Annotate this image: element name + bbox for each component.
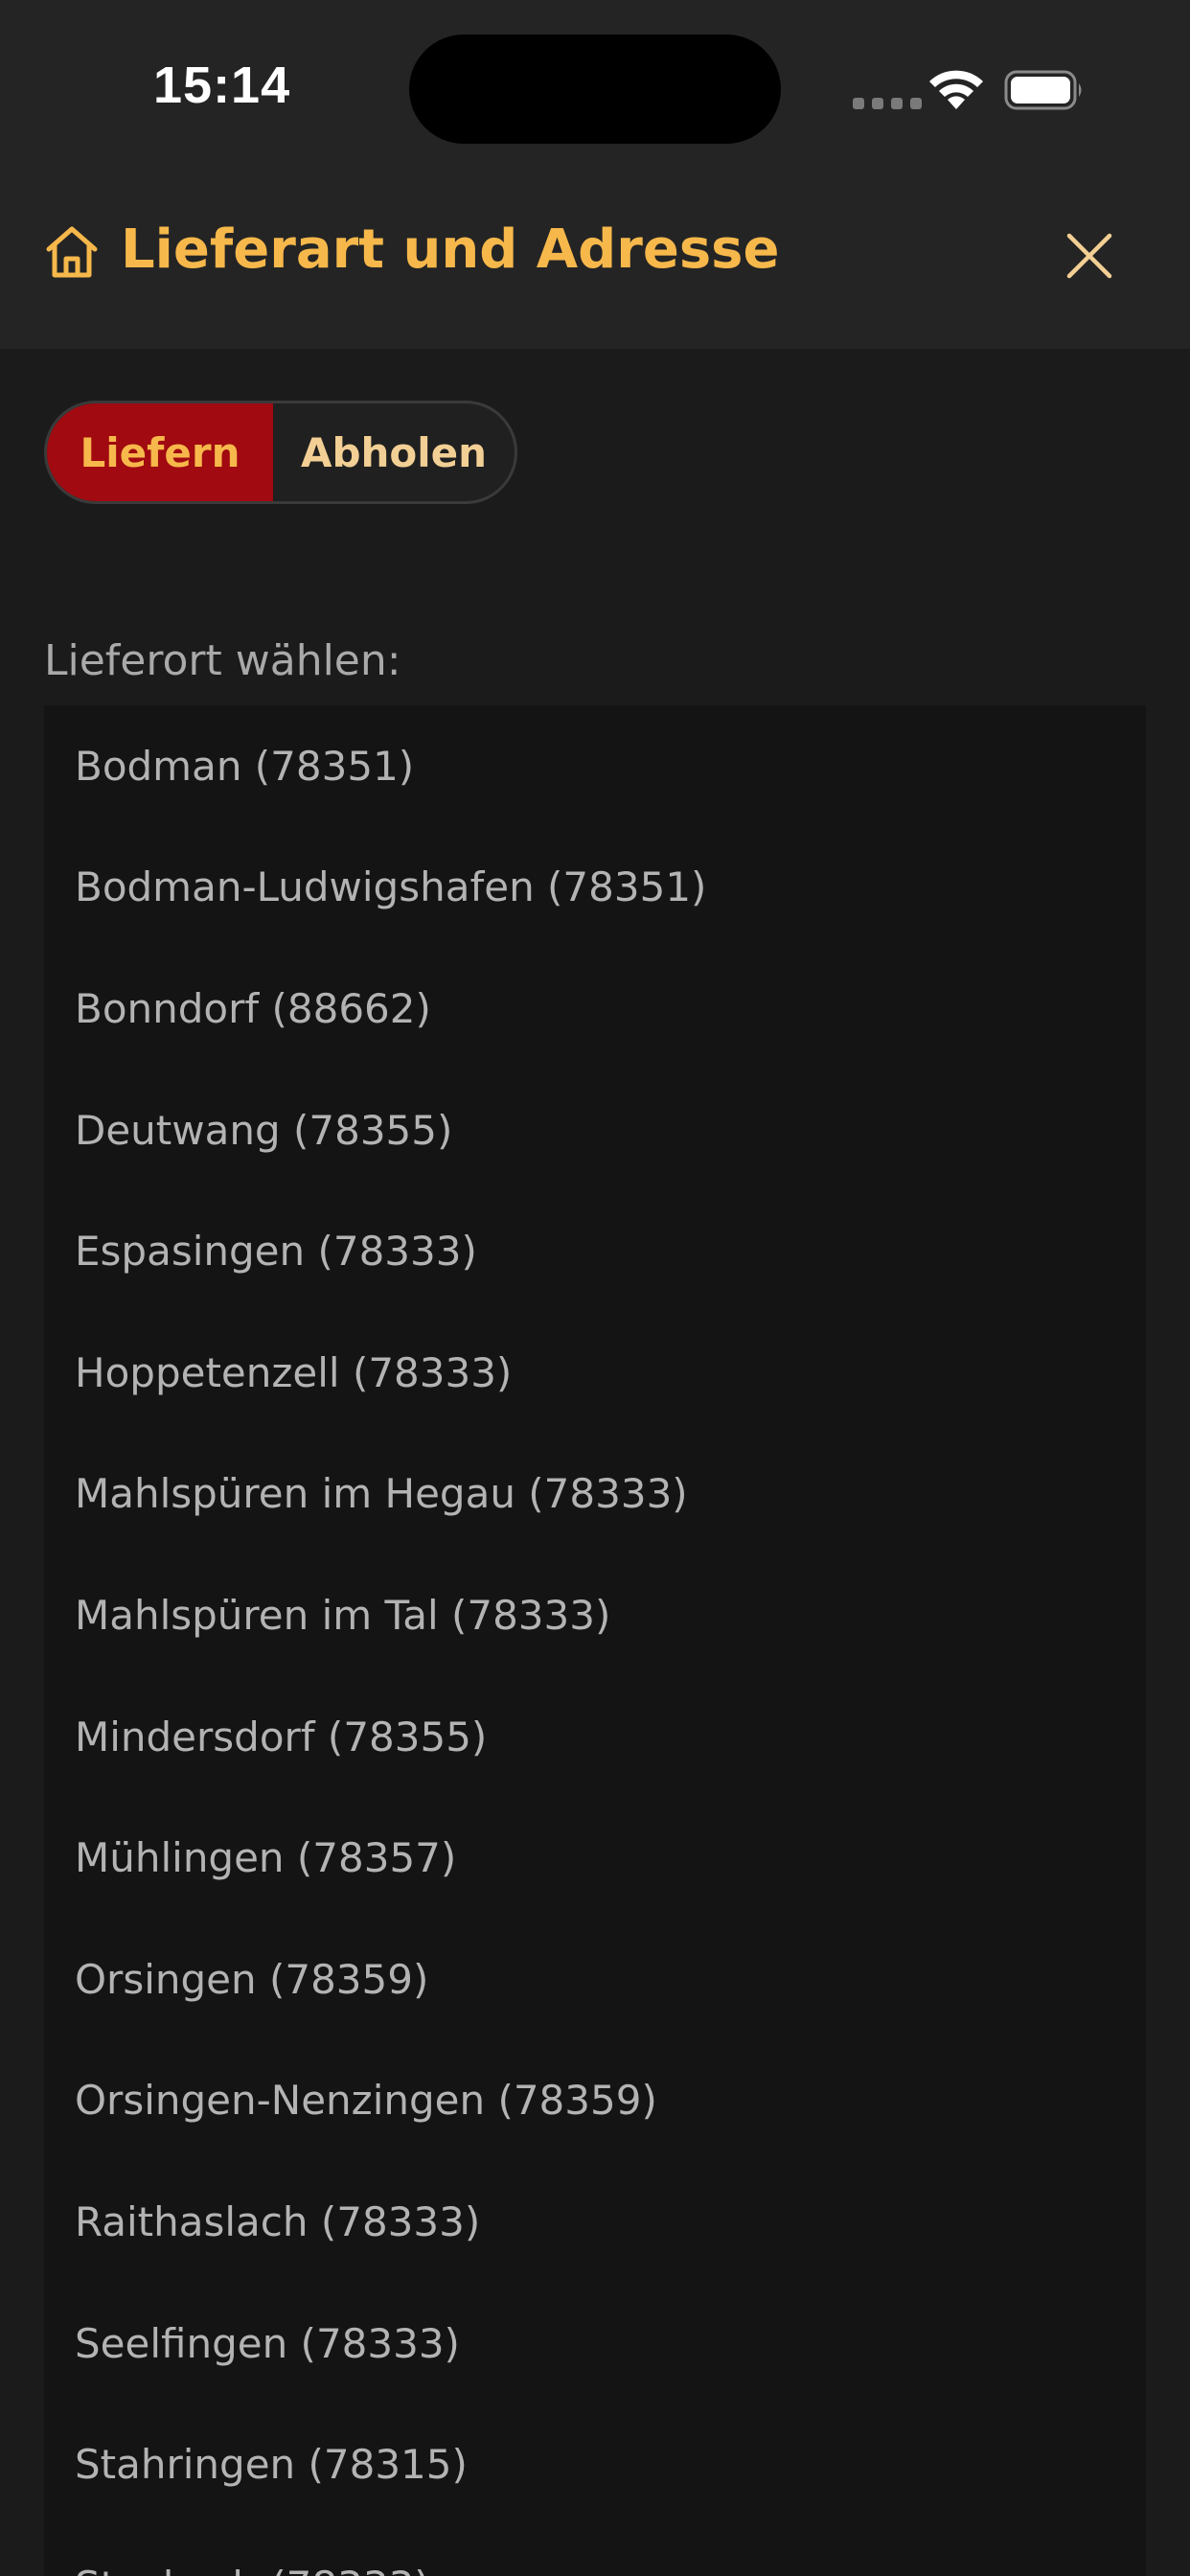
list-item[interactable]: Mahlspüren im Tal (78333) (44, 1554, 1146, 1676)
delivery-mode-toggle: Liefern Abholen (44, 401, 517, 504)
list-item[interactable]: Stockach (78333) (44, 2525, 1146, 2576)
status-time: 15:14 (153, 57, 291, 114)
close-icon[interactable] (1064, 230, 1115, 282)
list-item[interactable]: Orsingen-Nenzingen (78359) (44, 2040, 1146, 2162)
dynamic-island (409, 34, 781, 144)
home-icon (46, 226, 98, 278)
list-item[interactable]: Seelfingen (78333) (44, 2283, 1146, 2404)
list-item[interactable]: Bonndorf (88662) (44, 948, 1146, 1070)
delivery-option-liefern[interactable]: Liefern (47, 403, 273, 501)
location-list[interactable]: Bodman (78351) Bodman-Ludwigshafen (7835… (44, 705, 1146, 2576)
list-item[interactable]: Mindersdorf (78355) (44, 1676, 1146, 1798)
list-item[interactable]: Stahringen (78315) (44, 2404, 1146, 2525)
list-item[interactable]: Orsingen (78359) (44, 1919, 1146, 2040)
list-item[interactable]: Bodman-Ludwigshafen (78351) (44, 827, 1146, 949)
page-title: Lieferart und Adresse (121, 218, 780, 281)
list-item[interactable]: Mahlspüren im Hegau (78333) (44, 1434, 1146, 1555)
cellular-signal-icon (853, 98, 922, 109)
wifi-icon (929, 70, 983, 109)
list-item[interactable]: Deutwang (78355) (44, 1070, 1146, 1191)
delivery-option-abholen[interactable]: Abholen (273, 403, 515, 501)
list-item[interactable]: Bodman (78351) (44, 705, 1146, 827)
battery-icon (1004, 70, 1082, 110)
list-item[interactable]: Mühlingen (78357) (44, 1797, 1146, 1919)
location-label: Lieferort wählen: (44, 636, 401, 685)
header-bar: Lieferart und Adresse (0, 182, 1190, 349)
list-item[interactable]: Espasingen (78333) (44, 1190, 1146, 1312)
list-item[interactable]: Hoppetenzell (78333) (44, 1312, 1146, 1434)
status-bar: 15:14 (0, 0, 1190, 182)
list-item[interactable]: Raithaslach (78333) (44, 2161, 1146, 2283)
